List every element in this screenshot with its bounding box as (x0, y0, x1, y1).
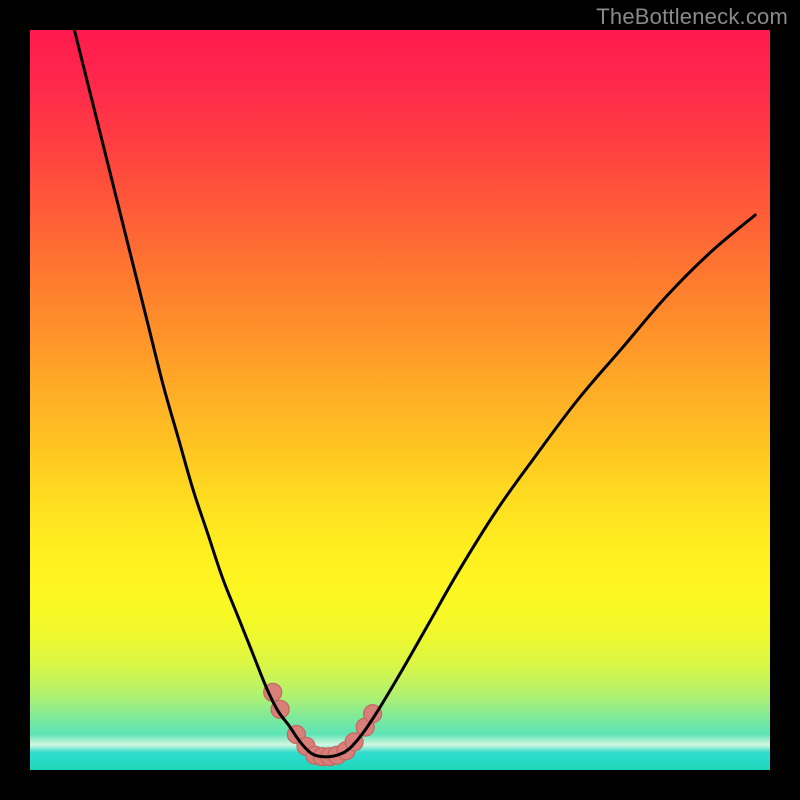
chart-frame: TheBottleneck.com (0, 0, 800, 800)
watermark-text: TheBottleneck.com (596, 4, 788, 30)
right-curve (345, 215, 756, 752)
marker-layer (264, 683, 382, 765)
chart-svg (30, 30, 770, 770)
left-curve (74, 30, 309, 752)
